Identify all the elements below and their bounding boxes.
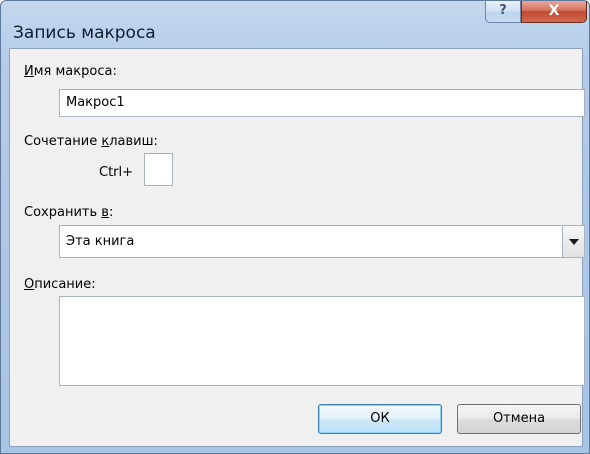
store-in-label-before: Сохранить <box>24 205 102 220</box>
store-in-label-accel: в <box>101 205 109 220</box>
ctrl-prefix-label: Ctrl+ <box>99 165 134 180</box>
title-bar[interactable]: Запись макроса ? X <box>1 1 589 47</box>
store-in-label: Сохранить в: <box>24 205 113 220</box>
chevron-down-icon <box>569 239 579 245</box>
macro-name-label: Имя макроса: <box>24 64 117 79</box>
macro-name-label-text: мя макроса: <box>33 64 117 79</box>
close-button[interactable]: X <box>521 1 587 23</box>
macro-name-label-accel: И <box>24 64 34 79</box>
store-in-selected-value: Эта книга <box>66 234 135 249</box>
description-textarea[interactable] <box>59 296 585 386</box>
store-in-select[interactable]: Эта книга <box>59 225 585 258</box>
shortcut-label-before: Сочетание <box>24 134 102 149</box>
close-icon: X <box>548 3 560 19</box>
store-in-label-after: : <box>108 205 114 220</box>
help-icon: ? <box>499 3 507 18</box>
dialog-title: Запись макроса <box>13 23 156 43</box>
description-label-accel: О <box>24 277 35 292</box>
store-in-dropdown-button[interactable] <box>562 226 584 257</box>
ok-button[interactable]: ОК <box>318 404 442 434</box>
shortcut-label: Сочетание клавиш: <box>24 134 158 149</box>
shortcut-label-accel: к <box>101 134 110 149</box>
dialog-body: Имя макроса: Макрос1 Сочетание клавиш: C… <box>9 48 585 447</box>
macro-name-input[interactable]: Макрос1 <box>59 89 585 117</box>
title-controls: ? X <box>485 1 589 25</box>
help-button[interactable]: ? <box>485 1 521 23</box>
shortcut-label-after: лавиш: <box>109 134 158 149</box>
cancel-button[interactable]: Отмена <box>457 404 581 434</box>
description-label: Описание: <box>24 277 96 292</box>
description-label-text: писание: <box>34 277 96 292</box>
dialog-window: Запись макроса ? X Имя макроса: Макрос1 … <box>0 0 590 454</box>
shortcut-key-input[interactable] <box>144 153 173 186</box>
